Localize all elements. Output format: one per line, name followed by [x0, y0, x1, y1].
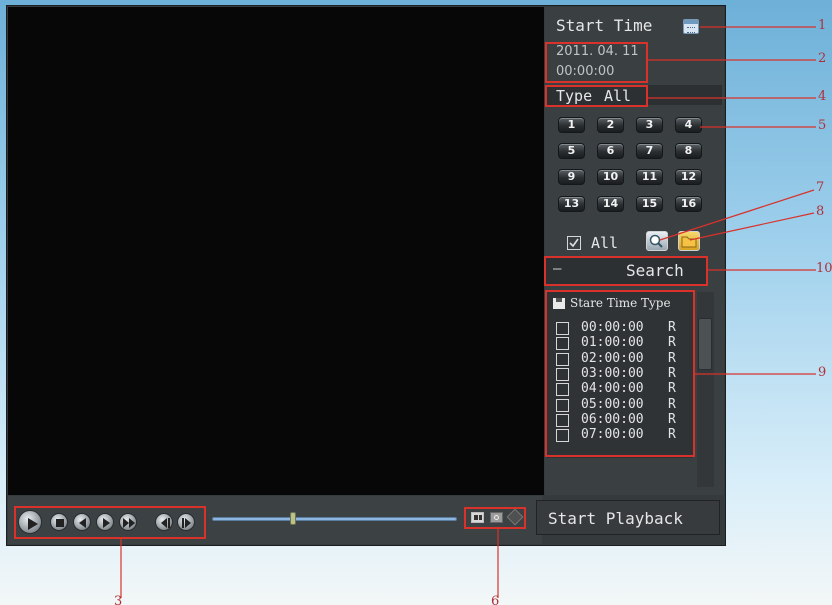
callout-number-3: 3 [114, 594, 123, 605]
callout-number-5: 5 [818, 118, 827, 133]
callout-number-4: 4 [818, 89, 827, 104]
callout-number-10: 10 [816, 261, 832, 276]
start-time-row [548, 12, 704, 40]
callout-number-6: 6 [491, 594, 500, 605]
callout-number-9: 9 [818, 365, 827, 380]
callout-number-1: 1 [818, 18, 827, 33]
callout-lines [120, 26, 816, 598]
callout-number-2: 2 [818, 51, 827, 66]
callout-number-8: 8 [816, 204, 825, 219]
callout-number-7: 7 [816, 180, 825, 195]
